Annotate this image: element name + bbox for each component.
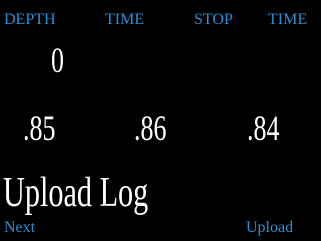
reading-3: .84 (247, 108, 280, 148)
dive-computer-screen: DEPTH TIME STOP TIME 0 .85 .86 .84 Uploa… (0, 0, 321, 241)
depth-value: 0 (51, 40, 64, 80)
upload-button[interactable]: Upload (246, 219, 293, 237)
screen-title: Upload Log (3, 170, 149, 216)
reading-2: .86 (134, 108, 167, 148)
depth-label: DEPTH (4, 11, 56, 28)
stop-time-label: TIME (268, 11, 308, 28)
next-button[interactable]: Next (4, 219, 35, 237)
reading-1: .85 (23, 108, 56, 148)
time-label: TIME (105, 11, 145, 28)
stop-label: STOP (194, 11, 233, 28)
